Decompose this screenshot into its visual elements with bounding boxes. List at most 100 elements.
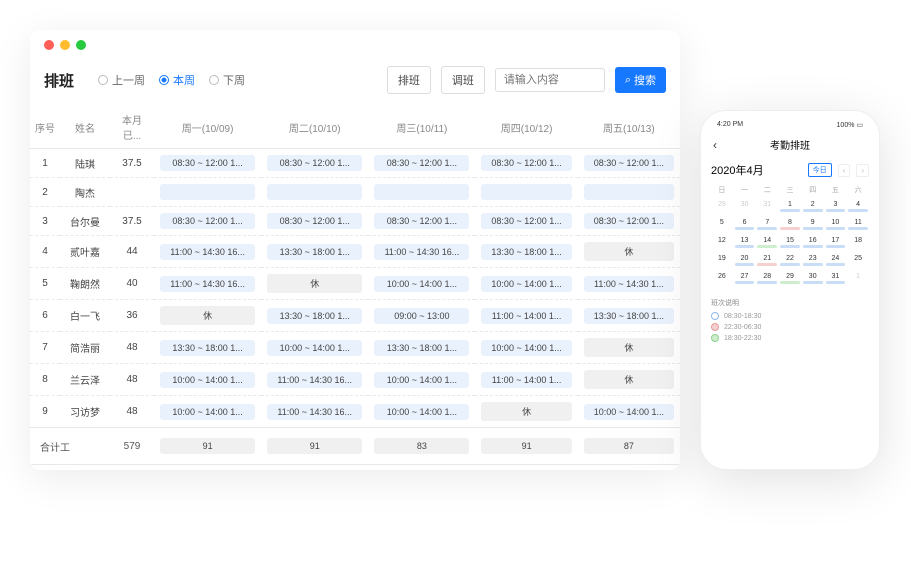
shift-cell[interactable]: 11:00 ~ 14:30 16... [267,404,362,420]
calendar-day[interactable]: 22 [779,253,801,270]
calendar-day[interactable]: 11 [847,217,869,234]
calendar-day[interactable]: 4 [847,199,869,216]
today-button[interactable]: 今日 [808,163,832,177]
weekday-label: 二 [756,182,778,198]
shift-cell[interactable]: 10:00 ~ 14:00 1... [374,404,469,420]
shift-cell[interactable]: 11:00 ~ 14:30 16... [160,276,255,292]
shift-cell[interactable]: 10:00 ~ 14:00 1... [267,340,362,356]
calendar-day[interactable]: 24 [825,253,847,270]
shift-cell[interactable]: 11:00 ~ 14:30 16... [160,244,255,260]
shift-cell[interactable]: 08:30 ~ 12:00 1... [584,155,674,171]
shift-cell[interactable] [374,184,469,200]
radio-prev-week[interactable]: 上一周 [92,70,151,90]
shift-cell[interactable]: 08:30 ~ 12:00 1... [481,213,571,229]
shift-cell[interactable] [481,184,571,200]
shift-cell[interactable] [160,184,255,200]
calendar-day[interactable]: 1 [847,271,869,288]
shift-cell[interactable]: 休 [481,402,571,421]
shift-cell[interactable]: 11:00 ~ 14:30 16... [267,372,362,388]
radio-next-week[interactable]: 下周 [203,70,251,90]
calendar-day[interactable]: 29 [711,199,733,216]
calendar-day[interactable]: 1 [779,199,801,216]
calendar-day[interactable]: 2 [802,199,824,216]
calendar-day[interactable]: 16 [802,235,824,252]
shift-cell[interactable]: 08:30 ~ 12:00 1... [160,155,255,171]
calendar-day[interactable]: 29 [779,271,801,288]
calendar-day[interactable]: 23 [802,253,824,270]
shift-cell[interactable]: 10:00 ~ 14:00 1... [481,340,571,356]
calendar-day[interactable]: 31 [756,199,778,216]
next-month-icon[interactable]: › [856,164,869,177]
shift-cell[interactable]: 13:30 ~ 18:00 1... [267,308,362,324]
maximize-icon[interactable] [76,40,86,50]
toolbar: 排班 上一周 本周 下周 排班 调班 ⌕搜索 [30,60,680,106]
adjust-button[interactable]: 调班 [441,66,485,94]
shift-cell[interactable]: 休 [584,370,674,389]
shift-cell[interactable]: 10:00 ~ 14:00 1... [374,372,469,388]
shift-cell[interactable]: 13:30 ~ 18:00 1... [160,340,255,356]
calendar-day[interactable]: 18 [847,235,869,252]
legend-title: 班次说明 [711,298,869,308]
shift-cell[interactable]: 10:00 ~ 14:00 1... [160,372,255,388]
calendar-day[interactable]: 21 [756,253,778,270]
calendar-day[interactable]: 15 [779,235,801,252]
schedule-button[interactable]: 排班 [387,66,431,94]
shift-cell[interactable]: 11:00 ~ 14:30 1... [584,276,674,292]
shift-cell[interactable]: 08:30 ~ 12:00 1... [267,155,362,171]
shift-cell[interactable] [267,184,362,200]
employee-name: 习访梦 [60,396,110,428]
shift-cell[interactable]: 休 [160,306,255,325]
calendar-day[interactable]: 7 [756,217,778,234]
shift-cell[interactable]: 08:30 ~ 12:00 1... [481,155,571,171]
shift-cell[interactable]: 休 [584,338,674,357]
prev-month-icon[interactable]: ‹ [838,164,851,177]
calendar-day[interactable]: 17 [825,235,847,252]
calendar-day[interactable]: 13 [734,235,756,252]
shift-cell[interactable]: 08:30 ~ 12:00 1... [160,213,255,229]
calendar-day[interactable]: 25 [847,253,869,270]
shift-cell[interactable]: 13:30 ~ 18:00 1... [267,244,362,260]
summary-cell: 91 [267,438,362,454]
calendar-day[interactable]: 30 [734,199,756,216]
calendar-day[interactable]: 12 [711,235,733,252]
calendar-day[interactable]: 30 [802,271,824,288]
summary-row: 排班人1212111211 [30,465,680,471]
shift-cell[interactable]: 13:30 ~ 18:00 1... [481,244,571,260]
shift-cell[interactable] [584,184,674,200]
shift-cell[interactable]: 09:00 ~ 13:00 [374,308,469,324]
shift-cell[interactable]: 08:30 ~ 12:00 1... [267,213,362,229]
calendar-day[interactable]: 9 [802,217,824,234]
shift-cell[interactable]: 10:00 ~ 14:00 1... [374,276,469,292]
shift-cell[interactable]: 08:30 ~ 12:00 1... [374,155,469,171]
calendar-day[interactable]: 31 [825,271,847,288]
calendar-day[interactable]: 19 [711,253,733,270]
shift-cell[interactable]: 08:30 ~ 12:00 1... [584,213,674,229]
calendar-day[interactable]: 3 [825,199,847,216]
shift-cell[interactable]: 11:00 ~ 14:00 1... [481,308,571,324]
shift-cell[interactable]: 11:00 ~ 14:00 1... [481,372,571,388]
radio-this-week[interactable]: 本周 [153,70,201,90]
calendar-day[interactable]: 26 [711,271,733,288]
calendar-day[interactable]: 20 [734,253,756,270]
back-icon[interactable]: ‹ [713,138,717,152]
calendar-day[interactable]: 5 [711,217,733,234]
close-icon[interactable] [44,40,54,50]
minimize-icon[interactable] [60,40,70,50]
shift-cell[interactable]: 10:00 ~ 14:00 1... [584,404,674,420]
shift-cell[interactable]: 11:00 ~ 14:30 16... [374,244,469,260]
calendar-day[interactable]: 8 [779,217,801,234]
search-input[interactable] [495,68,605,92]
shift-cell[interactable]: 休 [584,242,674,261]
shift-cell[interactable]: 休 [267,274,362,293]
calendar-day[interactable]: 6 [734,217,756,234]
calendar-day[interactable]: 28 [756,271,778,288]
search-button[interactable]: ⌕搜索 [615,67,666,93]
calendar-day[interactable]: 10 [825,217,847,234]
shift-cell[interactable]: 13:30 ~ 18:00 1... [584,308,674,324]
shift-cell[interactable]: 10:00 ~ 14:00 1... [481,276,571,292]
shift-cell[interactable]: 10:00 ~ 14:00 1... [160,404,255,420]
calendar-day[interactable]: 14 [756,235,778,252]
shift-cell[interactable]: 13:30 ~ 18:00 1... [374,340,469,356]
shift-cell[interactable]: 08:30 ~ 12:00 1... [374,213,469,229]
calendar-day[interactable]: 27 [734,271,756,288]
